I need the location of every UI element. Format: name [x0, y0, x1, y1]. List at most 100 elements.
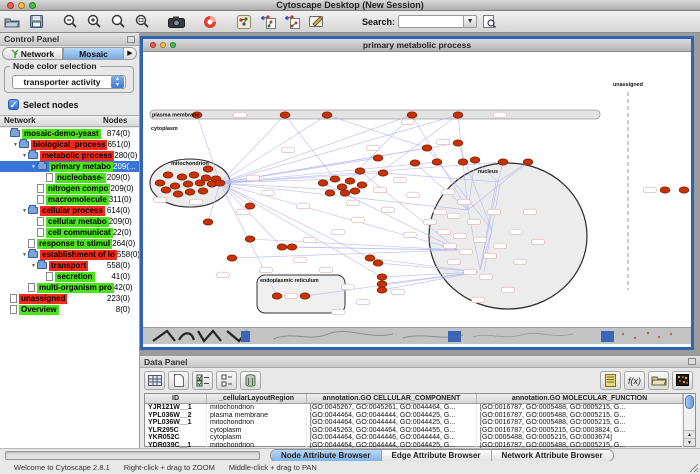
expand-arrow-icon[interactable]: ▼ [21, 252, 28, 258]
tree-item-count: 311(0) [109, 195, 139, 204]
search-options-icon[interactable] [478, 12, 500, 31]
search-dropdown-icon[interactable]: ▼ [464, 15, 477, 28]
progress-bar [5, 451, 260, 460]
notes-icon[interactable] [600, 371, 621, 390]
resize-grip[interactable] [689, 463, 699, 473]
tree-item[interactable]: unassigned223(0) [0, 293, 139, 304]
status-pan-hint: Middle-click + drag to PAN [229, 463, 317, 472]
float-panel-icon[interactable] [127, 36, 135, 43]
background-window-strip[interactable] [143, 327, 691, 344]
expand-arrow-icon[interactable]: ▼ [30, 164, 37, 170]
dropdown-stepper-icon: ▲▼ [111, 76, 124, 88]
table-row[interactable]: YKR052Ccytoplasm[GO:0044464, GO:0044446,… [145, 434, 683, 442]
table-scrollbar[interactable]: ▲ ▼ [683, 394, 695, 446]
tree-item-label: multi-organism pro [37, 283, 114, 293]
tab-edge-attribute-browser[interactable]: Edge Attribute Browser [382, 450, 492, 461]
table-row[interactable]: YPL036W__2plasma membrane[GO:0044464, GO… [145, 412, 683, 420]
tab-mosaic[interactable]: Mosaic [63, 47, 124, 60]
tree-item[interactable]: ▼transport558(0) [0, 260, 139, 271]
scroll-down-icon[interactable]: ▼ [684, 438, 695, 446]
scroll-up-icon[interactable]: ▲ [684, 430, 695, 438]
tree-item[interactable]: Overview8(0) [0, 304, 139, 315]
new-attribute-icon[interactable] [168, 371, 189, 390]
svg-text:cytoplasm: cytoplasm [151, 126, 178, 132]
tree-item-label: establishment of lo [40, 250, 117, 260]
table-cell: plasma membrane [207, 412, 307, 420]
table-cell: YLR295C [145, 427, 207, 435]
tree-item[interactable]: cell communicat22(0) [0, 227, 139, 238]
tree-item-count: 209(0) [109, 217, 139, 226]
status-welcome: Welcome to Cytoscape 2.8.1 [14, 463, 110, 472]
table-cell: [GO:0044464, GO:0044444, GO:0044425, G..… [307, 412, 477, 420]
annotation-icon[interactable] [305, 12, 327, 31]
attribute-table-icon[interactable] [144, 371, 165, 390]
zoom-out-icon[interactable] [59, 12, 81, 31]
network-window[interactable]: primary metabolic process plasma membran… [140, 36, 694, 350]
network-copy-icon[interactable] [257, 12, 279, 31]
network-window-titlebar: primary metabolic process [143, 39, 691, 52]
select-attributes-icon[interactable] [192, 371, 213, 390]
search-input[interactable] [398, 15, 464, 28]
tab-network[interactable]: Network [2, 47, 63, 60]
network-canvas-svg[interactable]: plasma membranecytoplasmmitochondrionnuc… [143, 52, 691, 347]
table-cell: [GO:0045267, GO:0045261, GO:0044464, G..… [307, 404, 477, 412]
tree-item[interactable]: secretion41(0) [0, 271, 139, 282]
tree-item-count: 651(0) [107, 140, 139, 149]
snapshot-icon[interactable] [165, 12, 187, 31]
tree-item[interactable]: nucleobase-209(0) [0, 172, 139, 183]
delete-attribute-icon[interactable] [240, 371, 261, 390]
main-toolbar: Search: ▼ [0, 11, 700, 33]
network-view-icon[interactable] [233, 12, 255, 31]
tree-item[interactable]: mosaic-demo-yeast874(0) [0, 128, 139, 139]
tree-item[interactable]: cellular metabo209(0) [0, 216, 139, 227]
tree-item[interactable]: ▼primary metabo209(... [0, 161, 139, 172]
document-icon [37, 217, 44, 226]
table-row[interactable]: YPL036W__1mitochondrion[GO:0044464, GO:0… [145, 419, 683, 427]
tree-item[interactable]: multi-organism pro42(0) [0, 282, 139, 293]
tree-item-label: transport [49, 261, 88, 271]
data-panel-float-icon[interactable] [688, 358, 696, 365]
folder-icon [28, 251, 38, 258]
import-attributes-icon[interactable] [648, 371, 669, 390]
tab-node-attribute-browser[interactable]: Node Attribute Browser [271, 450, 382, 461]
formula-icon[interactable]: f(x) [624, 371, 645, 390]
document-icon [37, 195, 44, 204]
table-row[interactable]: YJR121W__1mitochondrion[GO:0045267, GO:0… [145, 404, 683, 412]
help-icon[interactable] [199, 12, 221, 31]
zoom-in-icon[interactable] [83, 12, 105, 31]
tree-item[interactable]: ▼metabolic process280(0) [0, 150, 139, 161]
unselect-attributes-icon[interactable] [216, 371, 237, 390]
open-icon[interactable] [1, 12, 23, 31]
tree-item[interactable]: ▼establishment of lo558(0) [0, 249, 139, 260]
save-icon[interactable] [25, 12, 47, 31]
zoom-fit-icon[interactable] [131, 12, 153, 31]
document-icon [37, 184, 44, 193]
expand-arrow-icon[interactable]: ▼ [12, 142, 19, 148]
network-duplicate-icon[interactable] [281, 12, 303, 31]
matrix-icon[interactable] [672, 371, 693, 390]
zoom-selected-icon[interactable] [107, 12, 129, 31]
tree-item[interactable]: macromolecule311(0) [0, 194, 139, 205]
tree-item[interactable]: nitrogen compo209(0) [0, 183, 139, 194]
folder-icon [28, 152, 38, 159]
tab-network-attribute-browser[interactable]: Network Attribute Browser [492, 450, 613, 461]
node-color-dropdown[interactable]: transporter activity ▲▼ [12, 75, 126, 89]
node-color-selection-group: Node color selection transporter activit… [4, 66, 134, 93]
svg-text:plasma membrane: plasma membrane [152, 112, 199, 118]
expand-arrow-icon[interactable]: ▼ [21, 153, 28, 159]
control-panel-title: Control Panel [4, 34, 127, 44]
attribute-table: ID _cellularLayoutRegion annotation.GO C… [144, 393, 696, 447]
tree-item-count: 223(0) [107, 294, 139, 303]
tree-item[interactable]: ▼cellular process614(0) [0, 205, 139, 216]
expand-arrow-icon[interactable]: ▼ [21, 208, 28, 214]
table-row[interactable]: YLR295Ccytoplasm[GO:0045263, GO:0044464,… [145, 427, 683, 435]
scrollbar-thumb[interactable] [685, 395, 694, 409]
tree-item[interactable]: response to stimul264(0) [0, 238, 139, 249]
tree-item[interactable]: ▼biological_process651(0) [0, 139, 139, 150]
tree-item-label: metabolic process [40, 151, 114, 161]
expand-arrow-icon[interactable]: ▼ [30, 263, 37, 269]
folder-icon [19, 141, 29, 148]
data-panel: Data Panel [140, 355, 700, 448]
select-nodes-checkbox[interactable]: ✓ [8, 99, 19, 110]
tab-overflow-icon[interactable]: ▶ [124, 47, 137, 60]
